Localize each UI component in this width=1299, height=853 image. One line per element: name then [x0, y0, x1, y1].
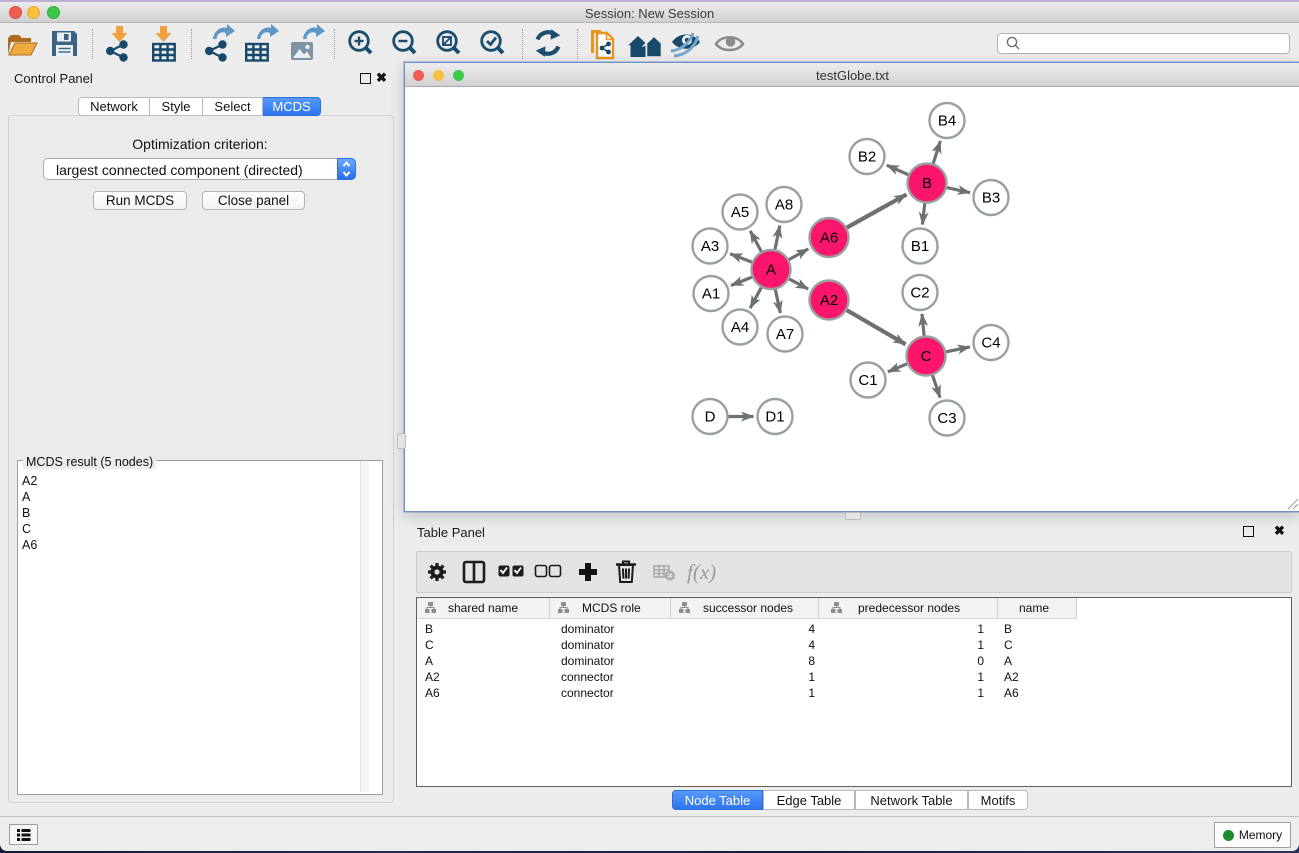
svg-text:A8: A8 — [775, 197, 793, 214]
svg-text:B: B — [922, 175, 932, 192]
svg-text:C: C — [921, 348, 932, 365]
svg-text:C4: C4 — [981, 335, 1000, 352]
svg-text:A: A — [766, 262, 776, 279]
svg-text:f(x): f(x) — [687, 560, 716, 584]
svg-text:C1: C1 — [858, 372, 877, 389]
svg-text:A7: A7 — [776, 326, 794, 343]
svg-text:D1: D1 — [765, 409, 784, 426]
svg-text:B3: B3 — [982, 190, 1000, 207]
svg-text:A3: A3 — [701, 238, 719, 255]
svg-text:B2: B2 — [858, 149, 876, 166]
svg-text:C2: C2 — [910, 285, 929, 302]
svg-text:A1: A1 — [702, 286, 720, 303]
svg-text:A4: A4 — [731, 319, 749, 336]
svg-text:D: D — [705, 409, 716, 426]
svg-text:A5: A5 — [731, 204, 749, 221]
svg-text:A6: A6 — [820, 230, 838, 247]
svg-text:B1: B1 — [911, 238, 929, 255]
svg-text:B4: B4 — [938, 113, 956, 130]
svg-text:A2: A2 — [820, 292, 838, 309]
svg-text:C3: C3 — [937, 410, 956, 427]
